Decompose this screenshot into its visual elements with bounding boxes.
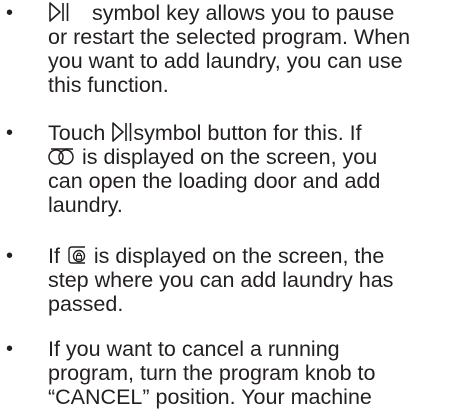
item-text: symbol button for this. If <box>133 121 362 145</box>
item-text: is displayed on the screen, you <box>76 145 378 169</box>
add-laundry-icon <box>48 148 74 165</box>
item-text: is displayed on the screen, the <box>87 244 385 268</box>
item-text: or restart the selected program. When <box>48 25 411 49</box>
item-text: If you want to cancel a running <box>48 337 340 361</box>
item-text: this function. <box>48 73 169 97</box>
play-pause-icon <box>112 122 132 142</box>
item-text: If <box>48 244 66 268</box>
bullet: • <box>6 2 14 24</box>
item-text: laundry. <box>48 193 123 217</box>
item-text: you want to add laundry, you can use <box>48 49 403 73</box>
item-text: Touch <box>48 121 112 145</box>
bullet: • <box>6 122 14 144</box>
bullet: • <box>6 245 14 267</box>
item-text: step where you can add laundry has <box>48 268 394 292</box>
item-text: program, turn the program knob to <box>48 361 376 385</box>
bullet: • <box>6 338 14 360</box>
item-text: “CANCEL” position. Your machine <box>48 385 372 409</box>
item-text: can open the loading door and add <box>48 169 381 193</box>
item-text: symbol key allows you to pause <box>92 1 395 25</box>
play-pause-icon <box>49 2 69 22</box>
item-text: passed. <box>48 292 124 316</box>
door-locked-icon <box>68 246 86 264</box>
